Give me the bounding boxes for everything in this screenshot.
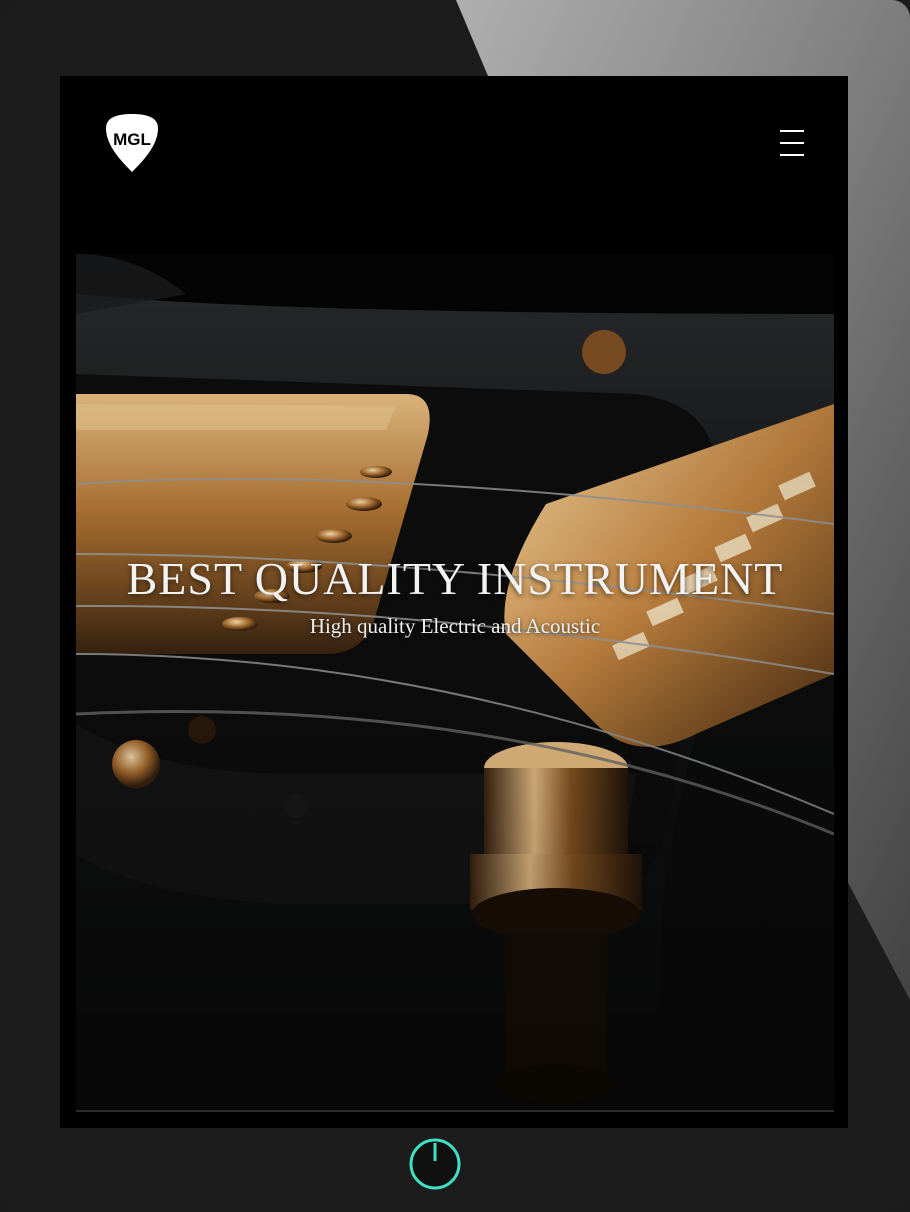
hero-title: BEST QUALITY INSTRUMENT	[126, 553, 784, 604]
hero-text-block: BEST QUALITY INSTRUMENT High quality Ele…	[76, 554, 834, 639]
logo-text: MGL	[113, 130, 151, 149]
hero-bottom-divider	[76, 1110, 834, 1112]
tablet-screen: MGL BEST QUALITY INSTRUMENT High quality…	[60, 76, 848, 1128]
power-icon[interactable]	[408, 1137, 462, 1191]
tablet-device-frame: MGL BEST QUALITY INSTRUMENT High quality…	[0, 0, 910, 1212]
hero-shade	[76, 254, 834, 1112]
hero-image	[76, 254, 834, 1112]
guitar-pick-logo[interactable]: MGL	[104, 112, 160, 174]
hero-subtitle: High quality Electric and Acoustic	[309, 614, 601, 638]
hamburger-menu-icon[interactable]	[778, 128, 806, 158]
